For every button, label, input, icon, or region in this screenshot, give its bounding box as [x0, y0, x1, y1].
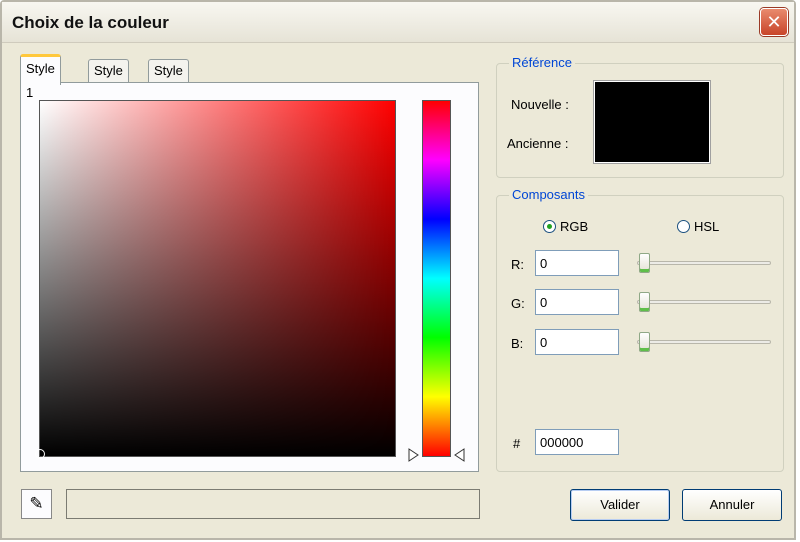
color-dialog: Choix de la couleur ✕ Style 1 Style 2 St… — [0, 0, 796, 540]
tab-style-2[interactable]: Style 2 — [88, 59, 129, 100]
hex-label: # — [513, 436, 521, 451]
components-group: Composants RGB HSL R: G: B: # — [496, 187, 784, 472]
cancel-button[interactable]: Annuler — [682, 489, 782, 521]
reference-group: Référence Nouvelle : Ancienne : — [496, 55, 784, 178]
hue-marker-left-icon[interactable] — [407, 448, 421, 462]
saturation-value-square[interactable] — [39, 100, 396, 457]
title-bar: Choix de la couleur ✕ — [2, 2, 794, 43]
g-input[interactable] — [535, 289, 619, 315]
hsl-radio-label[interactable]: HSL — [694, 219, 719, 234]
r-slider-thumb[interactable] — [639, 253, 650, 273]
color-preview-bar — [66, 489, 480, 519]
color-preview-swatch — [594, 81, 710, 163]
rgb-radio-label[interactable]: RGB — [560, 219, 588, 234]
g-slider-thumb[interactable] — [639, 292, 650, 312]
hsl-radio[interactable] — [677, 220, 690, 233]
r-input[interactable] — [535, 250, 619, 276]
color-picker-panel — [20, 82, 479, 472]
b-label: B: — [511, 336, 524, 351]
dialog-title: Choix de la couleur — [12, 13, 169, 32]
saturation-value-marker[interactable] — [35, 449, 45, 459]
ok-button[interactable]: Valider — [570, 489, 670, 521]
b-slider-track[interactable] — [637, 340, 771, 344]
hex-input[interactable] — [535, 429, 619, 455]
rgb-radio[interactable] — [543, 220, 556, 233]
hue-slider-bar[interactable] — [422, 100, 451, 457]
new-color-label: Nouvelle : — [511, 97, 569, 112]
tab-style-1[interactable]: Style 1 — [20, 54, 61, 100]
reference-legend: Référence — [509, 55, 575, 70]
r-slider-track[interactable] — [637, 261, 771, 265]
g-slider-track[interactable] — [637, 300, 771, 304]
old-color-label: Ancienne : — [507, 136, 569, 151]
eyedropper-icon[interactable]: ✎ — [21, 489, 52, 519]
hue-marker-right-icon[interactable] — [452, 448, 466, 462]
components-legend: Composants — [509, 187, 588, 202]
r-label: R: — [511, 257, 524, 272]
tab-style-3[interactable]: Style 3 — [148, 59, 189, 100]
g-label: G: — [511, 296, 525, 311]
close-icon[interactable]: ✕ — [760, 8, 788, 36]
b-input[interactable] — [535, 329, 619, 355]
b-slider-thumb[interactable] — [639, 332, 650, 352]
